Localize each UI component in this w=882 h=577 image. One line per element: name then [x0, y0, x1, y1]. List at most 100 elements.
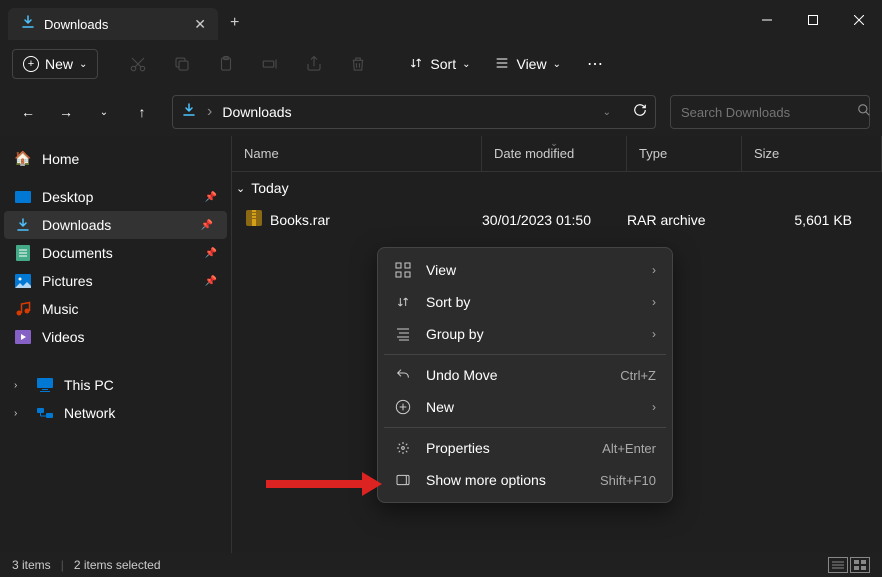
chevron-down-icon: ⌄: [236, 182, 245, 195]
toolbar: + New ⌄ Sort ⌄ View ⌄ ⋯: [0, 40, 882, 88]
sidebar-label: Home: [42, 151, 79, 167]
network-icon: [36, 406, 54, 420]
context-label: View: [426, 262, 638, 278]
expand-icon[interactable]: ›: [14, 380, 24, 391]
pin-icon: 📌: [205, 276, 217, 287]
details-view-button[interactable]: [828, 557, 848, 573]
separator: |: [61, 558, 64, 572]
maximize-button[interactable]: [790, 0, 836, 40]
sidebar-item-desktop[interactable]: Desktop 📌: [0, 183, 231, 211]
thumbnails-view-button[interactable]: [850, 557, 870, 573]
search-box[interactable]: [670, 95, 870, 129]
forward-button[interactable]: →: [50, 96, 82, 128]
properties-icon: [394, 440, 412, 456]
sidebar-item-videos[interactable]: Videos: [0, 323, 231, 351]
sidebar-label: Desktop: [42, 189, 93, 205]
statusbar: 3 items | 2 items selected: [0, 553, 882, 577]
paste-button[interactable]: [206, 46, 246, 82]
rar-file-icon: [246, 210, 262, 229]
copy-button[interactable]: [162, 46, 202, 82]
tab-close-button[interactable]: ✕: [194, 16, 206, 33]
pin-icon: 📌: [205, 192, 217, 203]
sidebar-item-pictures[interactable]: Pictures 📌: [0, 267, 231, 295]
sort-button[interactable]: Sort ⌄: [398, 49, 480, 80]
sidebar-item-home[interactable]: 🏠 Home: [0, 144, 231, 173]
expand-icon[interactable]: ›: [14, 408, 24, 419]
music-icon: [14, 301, 32, 317]
tab[interactable]: Downloads ✕: [8, 8, 218, 40]
documents-icon: [14, 245, 32, 261]
navbar: ← → ⌄ ↑ › Downloads ⌄: [0, 88, 882, 136]
group-icon: [394, 326, 412, 342]
undo-icon: [394, 367, 412, 383]
downloads-icon: [14, 217, 32, 233]
column-date[interactable]: ⌄Date modified: [482, 136, 627, 171]
shortcut: Ctrl+Z: [620, 368, 656, 383]
context-undo-move[interactable]: Undo Move Ctrl+Z: [384, 359, 666, 391]
new-button[interactable]: + New ⌄: [12, 49, 98, 79]
back-button[interactable]: ←: [12, 96, 44, 128]
chevron-down-icon: ⌄: [462, 59, 470, 70]
plus-icon: +: [23, 56, 39, 72]
file-type: RAR archive: [627, 212, 742, 228]
separator: [384, 354, 666, 355]
more-button[interactable]: ⋯: [575, 46, 615, 82]
chevron-down-icon[interactable]: ⌄: [603, 107, 611, 118]
delete-button[interactable]: [338, 46, 378, 82]
group-header-today[interactable]: ⌄ Today: [232, 172, 882, 204]
sidebar-label: Videos: [42, 329, 85, 345]
sidebar-label: This PC: [64, 377, 114, 393]
desktop-icon: [14, 191, 32, 203]
shortcut: Shift+F10: [600, 473, 656, 488]
sidebar-label: Network: [64, 405, 115, 421]
sort-indicator-icon: ⌄: [550, 138, 558, 149]
show-more-icon: [394, 472, 412, 488]
new-tab-button[interactable]: +: [230, 14, 239, 32]
up-button[interactable]: ↑: [126, 96, 158, 128]
path-chevron-icon: ›: [207, 103, 212, 121]
rename-button[interactable]: [250, 46, 290, 82]
context-show-more[interactable]: Show more options Shift+F10: [384, 464, 666, 496]
separator: [384, 427, 666, 428]
context-properties[interactable]: Properties Alt+Enter: [384, 432, 666, 464]
recent-dropdown[interactable]: ⌄: [88, 96, 120, 128]
minimize-button[interactable]: [744, 0, 790, 40]
downloads-icon: [181, 102, 197, 123]
sidebar-item-this-pc[interactable]: › This PC: [0, 371, 231, 399]
context-label: Group by: [426, 326, 638, 342]
context-label: Show more options: [426, 472, 586, 488]
refresh-button[interactable]: [633, 103, 647, 122]
column-headers: Name ⌄Date modified Type Size: [232, 136, 882, 172]
pin-icon: 📌: [205, 248, 217, 259]
column-size[interactable]: Size: [742, 136, 882, 171]
group-label: Today: [251, 180, 288, 196]
context-sort-by[interactable]: Sort by ›: [384, 286, 666, 318]
close-button[interactable]: [836, 0, 882, 40]
addressbar[interactable]: › Downloads ⌄: [172, 95, 656, 129]
home-icon: 🏠: [14, 150, 32, 167]
sort-icon: [408, 55, 424, 74]
new-label: New: [45, 56, 73, 72]
item-count: 3 items: [12, 558, 51, 572]
context-label: Properties: [426, 440, 588, 456]
context-group-by[interactable]: Group by ›: [384, 318, 666, 350]
titlebar: Downloads ✕ +: [0, 0, 882, 40]
grid-icon: [394, 262, 412, 278]
context-label: New: [426, 399, 638, 415]
file-row[interactable]: Books.rar 30/01/2023 01:50 RAR archive 5…: [232, 204, 882, 235]
column-type[interactable]: Type: [627, 136, 742, 171]
context-view[interactable]: View ›: [384, 254, 666, 286]
sidebar-item-downloads[interactable]: Downloads 📌: [4, 211, 227, 239]
plus-circle-icon: [394, 399, 412, 415]
sidebar-item-documents[interactable]: Documents 📌: [0, 239, 231, 267]
cut-button[interactable]: [118, 46, 158, 82]
file-name: Books.rar: [270, 212, 330, 228]
share-button[interactable]: [294, 46, 334, 82]
context-new[interactable]: New ›: [384, 391, 666, 423]
search-input[interactable]: [681, 105, 857, 120]
column-name[interactable]: Name: [232, 136, 482, 171]
sidebar-item-network[interactable]: › Network: [0, 399, 231, 427]
view-button[interactable]: View ⌄: [484, 49, 570, 80]
sidebar-item-music[interactable]: Music: [0, 295, 231, 323]
search-icon[interactable]: [857, 103, 871, 122]
